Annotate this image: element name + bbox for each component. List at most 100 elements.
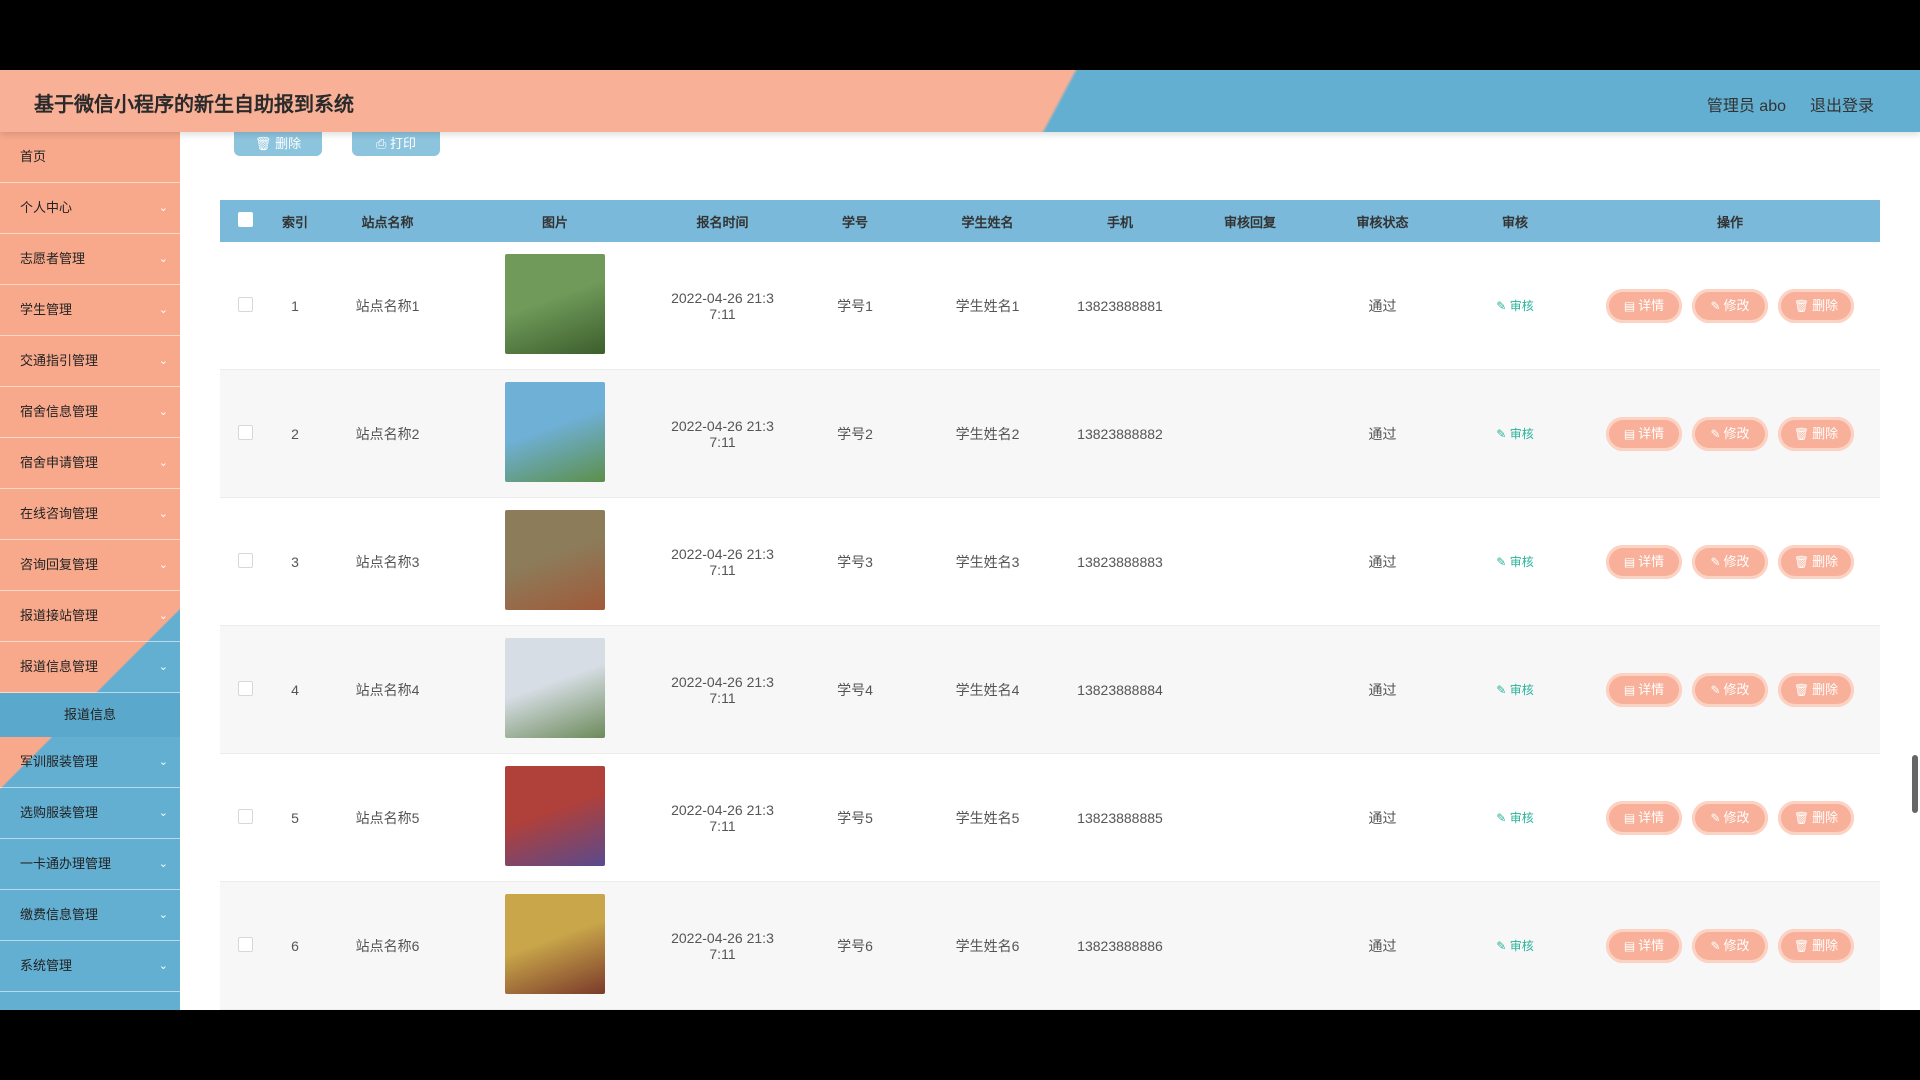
audit-link[interactable]: ✎ 审核 (1496, 427, 1533, 441)
time-line1: 2022-04-26 21:3 (671, 929, 774, 946)
sidebar-item[interactable]: 在线咨询管理 ⌄ (0, 489, 180, 540)
admin-label: 管理员 abo (1706, 98, 1786, 115)
logout-link[interactable]: 退出登录 (1810, 92, 1874, 116)
sidebar-item[interactable]: 一卡通办理管理 ⌄ (0, 839, 180, 890)
edit-button[interactable]: ✎ 修改 (1692, 928, 1768, 963)
row-checkbox[interactable] (237, 808, 253, 824)
cell-index: 3 (291, 553, 299, 570)
scrollbar-thumb[interactable] (1912, 755, 1918, 813)
row-image[interactable] (505, 254, 605, 354)
delete-button[interactable]: 🗑 删除 (1778, 416, 1854, 451)
edit-button[interactable]: ✎ 修改 (1692, 800, 1768, 835)
edit-button[interactable]: ✎ 修改 (1692, 288, 1768, 323)
row-image[interactable] (505, 894, 605, 994)
detail-button[interactable]: ▤ 详情 (1606, 672, 1682, 707)
audit-link[interactable]: ✎ 审核 (1496, 811, 1533, 825)
row-image[interactable] (505, 382, 605, 482)
cell-student-name: 学生姓名2 (955, 425, 1020, 442)
time-line2: 7:11 (709, 945, 736, 962)
trash-icon: 🗑 (1793, 810, 1810, 825)
cell-audit: ✎ 审核 (1450, 937, 1580, 954)
delete-button[interactable]: 🗑 删除 (1778, 672, 1854, 707)
th-audit: 审核 (1501, 214, 1528, 230)
audit-link[interactable]: ✎ 审核 (1496, 683, 1533, 697)
audit-label: 审核 (1509, 427, 1534, 441)
chevron-down-icon: ⌄ (158, 406, 168, 418)
cell-student-name: 学生姓名4 (955, 681, 1020, 698)
cell-site: 站点名称3 (355, 553, 420, 570)
row-checkbox[interactable] (237, 936, 253, 952)
sidebar-item[interactable]: 缴费信息管理 ⌄ (0, 890, 180, 941)
sidebar-item[interactable]: 交通指引管理 ⌄ (0, 336, 180, 387)
detail-button[interactable]: ▤ 详情 (1606, 544, 1682, 579)
audit-link[interactable]: ✎ 审核 (1496, 939, 1533, 953)
cell-site: 站点名称5 (355, 809, 420, 826)
sidebar-item[interactable]: 学生管理 ⌄ (0, 285, 180, 336)
sidebar-item[interactable]: 宿舍信息管理 ⌄ (0, 387, 180, 438)
detail-button[interactable]: ▤ 详情 (1606, 288, 1682, 323)
document-icon: ▤ (1623, 810, 1636, 825)
audit-link[interactable]: ✎ 审核 (1496, 555, 1533, 569)
edit-button[interactable]: ✎ 修改 (1692, 544, 1768, 579)
pencil-icon: ✎ (1710, 810, 1721, 825)
delete-button[interactable]: 🗑 删除 (1778, 544, 1854, 579)
row-image[interactable] (505, 638, 605, 738)
cell-status: 通过 (1368, 809, 1397, 826)
chevron-down-icon: ⌄ (158, 508, 168, 520)
edit-button[interactable]: ✎ 修改 (1692, 416, 1768, 451)
chevron-down-icon: ⌄ (158, 661, 168, 673)
time-line2: 7:11 (709, 433, 736, 450)
table-header: 索引 站点名称 图片 报名时间 学号 学生姓名 手机 审核回复 审核状态 审核 … (220, 200, 1880, 242)
detail-label: 详情 (1638, 425, 1665, 441)
chevron-down-icon: ⌄ (158, 909, 168, 921)
delete-button[interactable]: 🗑 删除 (1778, 288, 1854, 323)
pencil-icon: ✎ (1496, 811, 1510, 825)
cell-site: 站点名称4 (355, 681, 420, 698)
row-image[interactable] (505, 510, 605, 610)
edit-button[interactable]: ✎ 修改 (1692, 672, 1768, 707)
sidebar-item-label: 咨询回复管理 (20, 557, 99, 572)
edit-label: 修改 (1723, 297, 1750, 313)
audit-link[interactable]: ✎ 审核 (1496, 299, 1533, 313)
print-button[interactable]: ⎙ 打印 (352, 132, 440, 156)
sidebar-item[interactable]: 志愿者管理 ⌄ (0, 234, 180, 285)
pencil-icon: ✎ (1496, 299, 1510, 313)
detail-button[interactable]: ▤ 详情 (1606, 800, 1682, 835)
cell-audit: ✎ 审核 (1450, 297, 1580, 314)
edit-label: 修改 (1723, 553, 1750, 569)
detail-button[interactable]: ▤ 详情 (1606, 928, 1682, 963)
sidebar-item[interactable]: 报道接站管理 ⌄ (0, 591, 180, 642)
sidebar-item[interactable]: 选购服装管理 ⌄ (0, 788, 180, 839)
row-checkbox[interactable] (237, 424, 253, 440)
row-checkbox[interactable] (237, 296, 253, 312)
cell-student-no: 学号2 (837, 425, 873, 442)
sidebar-item[interactable]: 报道信息管理 ⌄ (0, 642, 180, 693)
row-image[interactable] (505, 766, 605, 866)
cell-status: 通过 (1368, 553, 1397, 570)
delete-button[interactable]: 🗑 删除 (1778, 800, 1854, 835)
sidebar-item[interactable]: 宿舍申请管理 ⌄ (0, 438, 180, 489)
sidebar-item[interactable]: 系统管理 ⌄ (0, 941, 180, 992)
detail-button[interactable]: ▤ 详情 (1606, 416, 1682, 451)
row-checkbox[interactable] (237, 680, 253, 696)
cell-audit: ✎ 审核 (1450, 425, 1580, 442)
cell-phone: 13823888884 (1077, 681, 1163, 698)
edit-label: 修改 (1723, 681, 1750, 697)
sidebar-item[interactable]: 军训服装管理 ⌄ (0, 737, 180, 788)
sidebar-item[interactable]: 咨询回复管理 ⌄ (0, 540, 180, 591)
delete-label: 删除 (1812, 553, 1839, 569)
sidebar-item-label: 在线咨询管理 (20, 506, 99, 521)
detail-label: 详情 (1638, 297, 1665, 313)
sidebar-item[interactable]: 首页 (0, 132, 180, 183)
row-checkbox[interactable] (237, 552, 253, 568)
sidebar-subitem-active[interactable]: 报道信息 (0, 693, 180, 737)
cell-image (455, 382, 655, 485)
batch-delete-button[interactable]: 🗑 删除 (234, 132, 322, 156)
sidebar-item-label: 学生管理 (20, 302, 73, 317)
trash-icon: 🗑 (1793, 938, 1810, 953)
sidebar-item-label: 宿舍信息管理 (20, 404, 99, 419)
sidebar-item[interactable]: 个人中心 ⌄ (0, 183, 180, 234)
select-all-checkbox[interactable] (237, 212, 253, 227)
delete-button[interactable]: 🗑 删除 (1778, 928, 1854, 963)
time-line2: 7:11 (709, 305, 736, 322)
